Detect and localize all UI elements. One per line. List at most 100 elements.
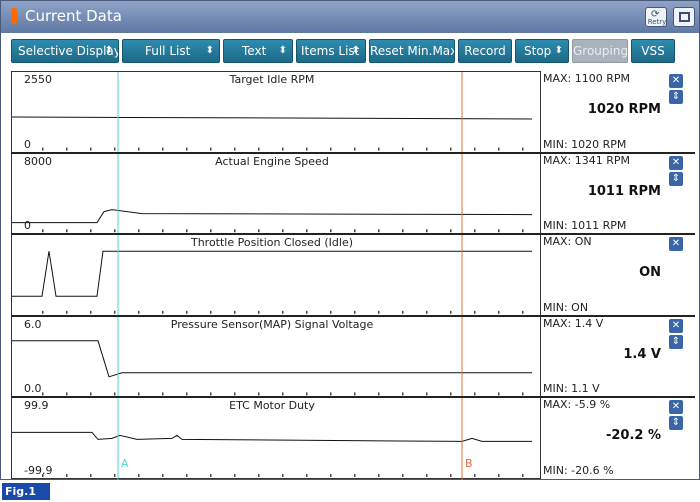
full-list-dropdown[interactable]: Full List ⬍ — [122, 39, 220, 63]
graph-title: Throttle Position Closed (Idle) — [190, 236, 354, 250]
tick-mark — [474, 474, 476, 477]
tick-mark — [354, 310, 356, 314]
text-dropdown[interactable]: Text ⬍ — [223, 39, 293, 63]
tick-mark — [498, 474, 500, 477]
tick-mark — [210, 229, 212, 233]
retry-button[interactable]: ⟳ Retry — [645, 7, 667, 27]
close-icon[interactable]: ✕ — [669, 318, 683, 333]
min-value: MIN: 1020 RPM — [543, 137, 627, 151]
tick-mark — [426, 474, 428, 477]
tick-mark — [498, 147, 500, 151]
tick-mark — [66, 147, 68, 151]
retry-label: Retry — [647, 18, 667, 26]
tick-mark — [402, 474, 404, 477]
scroll-arrows-icon[interactable]: ⇕ — [669, 90, 683, 104]
updown-arrow-icon: ⬍ — [278, 45, 287, 56]
tick-mark — [234, 474, 236, 477]
text-mode-label: Text — [242, 44, 267, 58]
signal-trace — [12, 431, 532, 442]
tick-mark — [330, 392, 332, 396]
tick-mark — [186, 392, 188, 396]
tick-mark — [450, 310, 452, 314]
tick-mark — [138, 147, 140, 151]
signal-trace — [12, 209, 533, 224]
graph-area[interactable]: 2550 0 Target Idle RPM 8000 0 Actual Engine S… — [11, 71, 541, 480]
tick-mark — [474, 147, 476, 151]
current-value: -20.2 % — [605, 428, 661, 444]
tick-mark — [402, 147, 404, 151]
tick-mark — [282, 392, 284, 396]
items-list-label: Items List — [301, 44, 360, 58]
panel-separator — [11, 396, 695, 399]
tick-mark — [330, 310, 332, 314]
updown-arrow-icon: ⬍ — [205, 45, 214, 56]
grouping-button[interactable]: Grouping — [572, 39, 628, 63]
tick-mark — [378, 310, 380, 314]
close-icon[interactable]: ✕ — [669, 74, 683, 88]
tick-mark — [162, 474, 164, 477]
min-value: MIN: ON — [543, 300, 589, 314]
maximize-icon — [679, 12, 690, 22]
tick-mark — [378, 474, 380, 477]
y-min-label: 0 — [24, 137, 31, 151]
tick-mark — [234, 147, 236, 151]
graph-title: Actual Engine Speed — [215, 154, 329, 168]
close-icon[interactable]: ✕ — [669, 400, 683, 415]
tick-mark — [378, 392, 380, 396]
tick-mark — [210, 474, 212, 477]
panel-separator — [11, 151, 695, 154]
scroll-arrows-icon[interactable]: ⇕ — [669, 171, 683, 186]
tick-mark — [162, 147, 164, 151]
tick-mark — [258, 392, 260, 396]
close-icon[interactable]: ✕ — [669, 237, 683, 252]
toolbar: Selective Display ⬍ Full List ⬍ Text ⬍ I… — [1, 33, 699, 69]
tick-mark — [138, 229, 140, 233]
tick-mark — [450, 392, 452, 396]
vss-button[interactable]: VSS — [631, 39, 675, 63]
selective-display-dropdown[interactable]: Selective Display ⬍ — [11, 39, 119, 63]
tick-mark — [162, 310, 164, 314]
tick-mark — [498, 229, 500, 233]
tick-mark — [162, 392, 164, 396]
items-list-dropdown[interactable]: Items List ⬍ — [296, 39, 366, 63]
scroll-arrows-icon[interactable]: ⇕ — [669, 334, 683, 349]
reset-min-max-button[interactable]: Reset Min.Max — [369, 39, 455, 63]
tick-mark — [474, 392, 476, 396]
tick-mark — [282, 229, 284, 233]
max-value: MAX: ON — [543, 235, 592, 249]
max-value: MAX: -5.9 % — [543, 398, 611, 412]
tick-mark — [306, 229, 308, 233]
tick-mark — [378, 147, 380, 151]
tick-mark — [114, 474, 116, 477]
tick-mark — [402, 392, 404, 396]
tick-mark — [258, 474, 260, 477]
title-bar: Current Data ⟳ Retry — [1, 1, 699, 33]
tick-mark — [42, 392, 44, 396]
stop-dropdown[interactable]: Stop ⬍ — [515, 39, 569, 63]
tick-mark — [426, 310, 428, 314]
tick-mark — [186, 474, 188, 477]
panel-separator — [11, 314, 695, 317]
tick-mark — [66, 310, 68, 314]
current-value: 1020 RPM — [587, 102, 661, 117]
min-value: MIN: 1.1 V — [543, 382, 600, 396]
tick-mark — [66, 474, 68, 477]
tick-mark — [426, 392, 428, 396]
tick-mark — [378, 229, 380, 233]
cursor-b-label: B — [465, 457, 473, 470]
graph-title: Pressure Sensor(MAP) Signal Voltage — [170, 317, 374, 331]
maximize-button[interactable] — [673, 7, 695, 27]
tick-mark — [522, 147, 524, 151]
scroll-arrows-icon[interactable]: ⇕ — [669, 416, 683, 431]
tick-mark — [90, 147, 92, 151]
record-button[interactable]: Record — [458, 39, 512, 63]
close-icon[interactable]: ✕ — [669, 155, 683, 170]
tick-mark — [282, 310, 284, 314]
tick-mark — [66, 392, 68, 396]
vss-label: VSS — [641, 44, 665, 58]
y-max-label: 99.9 — [24, 399, 49, 413]
current-value: ON — [639, 265, 661, 281]
tick-mark — [522, 392, 524, 396]
tick-mark — [186, 147, 188, 151]
min-value: MIN: 1011 RPM — [543, 219, 627, 233]
